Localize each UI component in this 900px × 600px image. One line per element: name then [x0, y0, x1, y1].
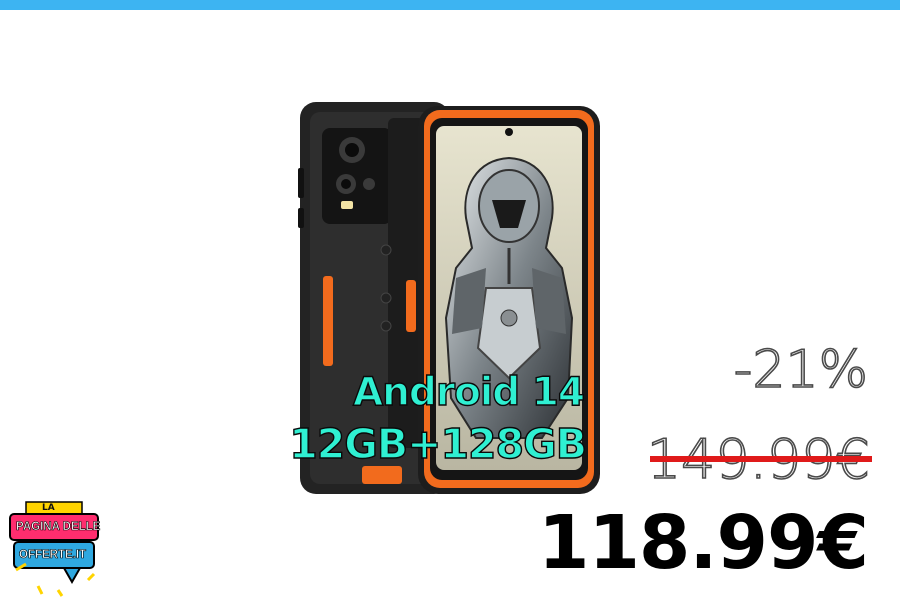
memory-storage-label: 12GB+128GB — [288, 419, 587, 468]
android-version-label: Android 14 — [352, 369, 585, 415]
product-image: Android 14 12GB+128GB — [288, 98, 602, 498]
discount-badge: -21% — [733, 339, 869, 401]
top-accent-bar — [0, 0, 900, 10]
logo-line1: PAGINA DELLE — [16, 521, 101, 534]
price-strikethrough — [650, 456, 872, 462]
sale-price: 118.99€ — [537, 500, 869, 586]
logo-line2: OFFERTE.IT — [19, 549, 87, 562]
logo-small-word: LA — [42, 503, 55, 513]
